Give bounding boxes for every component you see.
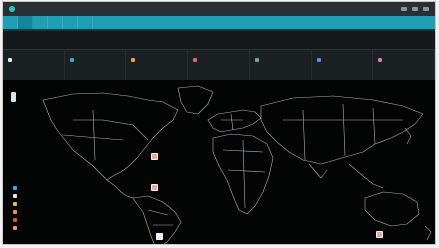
filter-swatch bbox=[8, 58, 12, 62]
page-header bbox=[3, 31, 435, 49]
nav-item-6[interactable] bbox=[78, 16, 93, 29]
north-america-marker[interactable] bbox=[151, 153, 158, 160]
title-bar bbox=[3, 2, 435, 16]
window-controls bbox=[401, 7, 429, 11]
world-map[interactable] bbox=[3, 80, 435, 244]
filter-column[interactable] bbox=[126, 50, 189, 80]
zoom-control[interactable] bbox=[11, 92, 16, 102]
minimize-icon[interactable] bbox=[401, 7, 407, 11]
filter-column[interactable] bbox=[312, 50, 374, 80]
maximize-icon[interactable] bbox=[412, 7, 418, 11]
legend-item bbox=[13, 218, 20, 222]
legend-swatch bbox=[13, 218, 17, 222]
filter-swatch bbox=[193, 58, 198, 62]
legend-item bbox=[13, 226, 20, 230]
filter-column[interactable] bbox=[250, 50, 312, 80]
legend-item bbox=[13, 194, 20, 198]
app-icon bbox=[9, 6, 15, 12]
legend-swatch bbox=[13, 202, 17, 206]
world-map-outline bbox=[42, 85, 432, 244]
legend-item bbox=[13, 202, 20, 206]
nav-item-4[interactable] bbox=[48, 16, 63, 29]
main-nav bbox=[3, 16, 435, 29]
legend-swatch bbox=[13, 194, 17, 198]
filter-column[interactable] bbox=[373, 50, 435, 80]
nav-item-1[interactable] bbox=[3, 16, 18, 29]
south-america-marker[interactable] bbox=[156, 233, 163, 240]
filter-column[interactable] bbox=[65, 50, 127, 80]
nav-item-5[interactable] bbox=[63, 16, 78, 29]
legend-swatch bbox=[13, 226, 17, 230]
filter-swatch bbox=[69, 58, 74, 62]
legend-item bbox=[13, 186, 20, 190]
filter-column[interactable] bbox=[188, 50, 250, 80]
oceania-marker[interactable] bbox=[376, 231, 383, 238]
filter-bar bbox=[3, 49, 435, 81]
legend-swatch bbox=[13, 186, 17, 190]
legend-swatch bbox=[13, 210, 17, 214]
filter-swatch bbox=[254, 58, 259, 62]
filter-swatch bbox=[316, 58, 321, 62]
legend-item bbox=[13, 210, 20, 214]
map-legend bbox=[13, 186, 20, 234]
close-icon[interactable] bbox=[423, 7, 429, 11]
app-window bbox=[2, 1, 436, 245]
filter-swatch bbox=[378, 58, 383, 62]
nav-item-2[interactable] bbox=[18, 16, 33, 29]
filter-swatch bbox=[131, 58, 136, 62]
nav-item-3[interactable] bbox=[33, 16, 48, 29]
filter-column[interactable] bbox=[3, 50, 65, 80]
central-america-marker[interactable] bbox=[151, 184, 158, 191]
